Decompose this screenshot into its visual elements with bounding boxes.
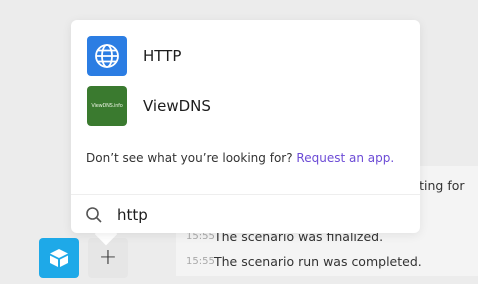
request-app-hint: Don’t see what you’re looking for? Reque… [86,151,394,165]
divider [71,194,420,195]
add-module-button[interactable]: + [88,238,128,278]
request-app-link[interactable]: Request an app. [296,151,394,165]
plus-icon: + [98,245,118,270]
log-text: The scenario run was completed. [214,253,422,269]
hint-text: Don’t see what you’re looking for? [86,151,293,165]
search-input[interactable] [117,206,377,224]
result-item-http[interactable]: HTTP [87,36,407,76]
search-bar [85,201,405,229]
app-search-popover: HTTP ViewDNS.info ViewDNS Don’t see what… [71,20,420,233]
search-icon [86,207,102,223]
log-entry: 15:55 The scenario run was completed. [176,250,422,272]
result-label: ViewDNS [143,97,211,115]
viewdns-logo-text: ViewDNS.info [91,103,123,109]
result-label: HTTP [143,47,182,65]
viewdns-logo: ViewDNS.info [87,86,127,126]
log-time: 15:55 [186,255,215,267]
result-item-viewdns[interactable]: ViewDNS.info ViewDNS [87,86,407,126]
app-logo-icon[interactable] [39,238,79,278]
globe-icon [87,36,127,76]
